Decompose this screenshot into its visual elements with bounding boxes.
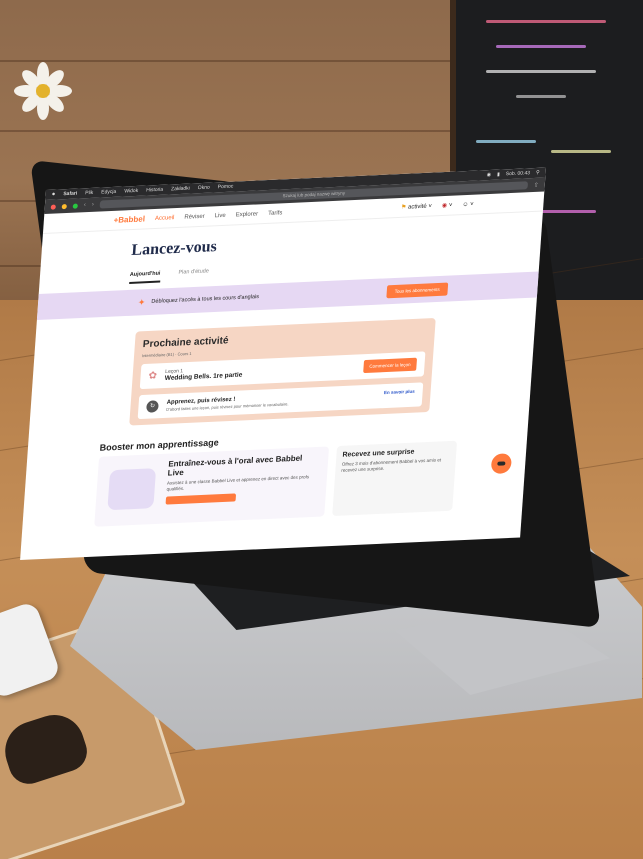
- clock[interactable]: Sob. 00:43: [506, 170, 531, 177]
- tab-plan-etude[interactable]: Plan d'étude: [178, 268, 209, 281]
- chevron-down-icon: ˅: [428, 203, 433, 210]
- language-menu[interactable]: ◉ ˅: [442, 202, 453, 209]
- surprise-card[interactable]: Recevez une surprise Offrez 3 mois d'abo…: [332, 440, 458, 517]
- live-class-illustration-icon: [107, 468, 157, 511]
- nav-accueil[interactable]: Accueil: [155, 215, 175, 222]
- menu-historia[interactable]: Historia: [146, 187, 163, 194]
- spotlight-icon[interactable]: ⚲: [536, 170, 540, 176]
- subscriptions-button[interactable]: Tous les abonnements: [386, 282, 449, 298]
- forward-icon[interactable]: ›: [92, 202, 94, 208]
- activity-menu[interactable]: ⚑ activité ˅: [401, 203, 432, 211]
- start-lesson-button[interactable]: Commencer la leçon: [362, 357, 418, 374]
- share-icon[interactable]: ⇧: [534, 181, 540, 188]
- wedding-illustration-icon: ✿: [148, 370, 158, 382]
- tip-card: ↻ Apprenez, puis révisez ! D'abord faite…: [137, 382, 424, 420]
- menu-widok[interactable]: Widok: [124, 188, 138, 195]
- battery-icon[interactable]: ▮: [497, 172, 500, 178]
- close-window-icon[interactable]: [50, 204, 56, 210]
- babbel-logo[interactable]: +Babbel: [113, 214, 145, 224]
- apple-icon[interactable]: ●: [51, 192, 55, 198]
- nav-reviser[interactable]: Réviser: [184, 213, 205, 220]
- nav-tarifs[interactable]: Tarifs: [268, 210, 283, 217]
- nav-explorer[interactable]: Explorer: [235, 211, 258, 218]
- live-card-button[interactable]: [165, 493, 237, 505]
- next-activity-card: Prochaine activité Intermédiaire (B1) · …: [129, 318, 436, 426]
- menu-zakladki[interactable]: Zakładki: [171, 186, 190, 193]
- chevron-down-icon: ˅: [469, 201, 474, 208]
- menu-pomoc[interactable]: Pomoc: [217, 184, 233, 191]
- menu-okno[interactable]: Okno: [198, 185, 210, 192]
- uk-flag-icon: ◉: [441, 202, 448, 210]
- menu-safari[interactable]: Safari: [63, 191, 77, 198]
- tab-aujourdhui[interactable]: Aujourd'hui: [129, 270, 161, 284]
- chevron-down-icon: ˅: [448, 202, 453, 209]
- wifi-icon[interactable]: ◉: [486, 172, 491, 178]
- profile-menu[interactable]: ☺ ˅: [462, 201, 474, 208]
- page-title: Lancez-vous: [130, 238, 218, 259]
- menu-edycja[interactable]: Edycja: [101, 189, 116, 196]
- zoom-window-icon[interactable]: [72, 203, 78, 209]
- menu-plik[interactable]: Plik: [85, 190, 93, 196]
- review-icon: ↻: [146, 400, 159, 413]
- user-icon: ☺: [462, 201, 469, 208]
- nav-live[interactable]: Live: [214, 212, 225, 218]
- flag-icon: ⚑: [400, 204, 407, 211]
- boost-section: Booster mon apprentissage Entraînez-vous…: [22, 424, 528, 531]
- minimize-window-icon[interactable]: [61, 203, 67, 209]
- babbel-live-card[interactable]: Entraînez-vous à l'oral avec Babbel Live…: [94, 446, 330, 527]
- back-icon[interactable]: ‹: [84, 202, 86, 208]
- laptop-screen: ● Safari Plik Edycja Widok Historia Zakł…: [20, 167, 547, 560]
- activity-label: activité: [407, 203, 427, 211]
- gift-card-text: Offrez 3 mois d'abonnement Babbel à vos …: [341, 457, 442, 473]
- unlock-illustration-icon: ✦: [137, 296, 146, 307]
- banner-text: Débloquez l'accès à tous les cours d'ang…: [151, 294, 260, 305]
- learn-more-link[interactable]: En savoir plus: [384, 389, 415, 395]
- laptop: ● Safari Plik Edycja Widok Historia Zakł…: [0, 0, 643, 859]
